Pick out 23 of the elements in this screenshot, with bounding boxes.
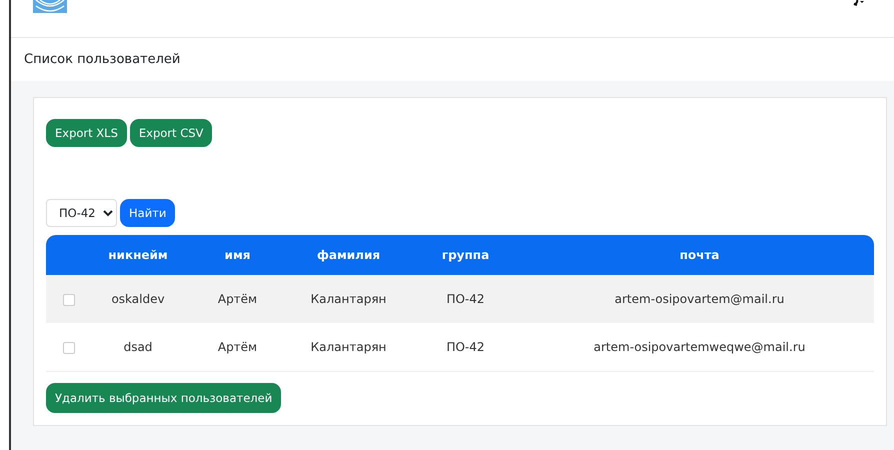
search-button[interactable]: Найти — [120, 199, 176, 227]
row-checkbox[interactable] — [63, 342, 75, 354]
column-header: никнейм — [108, 248, 168, 262]
table-cell: artem-osipovartem@mail.ru — [614, 292, 784, 306]
table-cell: Калантарян — [310, 292, 386, 306]
column-header: почта — [680, 248, 720, 262]
table-cell: dsad — [124, 340, 152, 354]
table-cell: artem-osipovartemweqwe@mail.ru — [594, 340, 806, 354]
delete-button[interactable]: Удалить выбранных пользователей — [46, 383, 282, 413]
table-cell: Калантарян — [310, 340, 386, 354]
table-cell: Артём — [218, 292, 258, 306]
table-cell: Артём — [218, 340, 258, 354]
page-title: Список пользователей — [24, 52, 180, 67]
export-button[interactable]: Export CSV — [130, 119, 212, 147]
table-cell: oskaldev — [111, 292, 165, 306]
row-checkbox[interactable] — [63, 294, 75, 306]
export-button[interactable]: Export XLS — [46, 119, 127, 147]
column-header: имя — [224, 248, 250, 262]
column-header: группа — [442, 248, 490, 262]
column-header: фамилия — [316, 248, 380, 262]
group-select[interactable]: ПО-42 — [46, 199, 117, 227]
table-cell: ПО-42 — [446, 340, 485, 354]
table-cell: ПО-42 — [446, 292, 485, 306]
